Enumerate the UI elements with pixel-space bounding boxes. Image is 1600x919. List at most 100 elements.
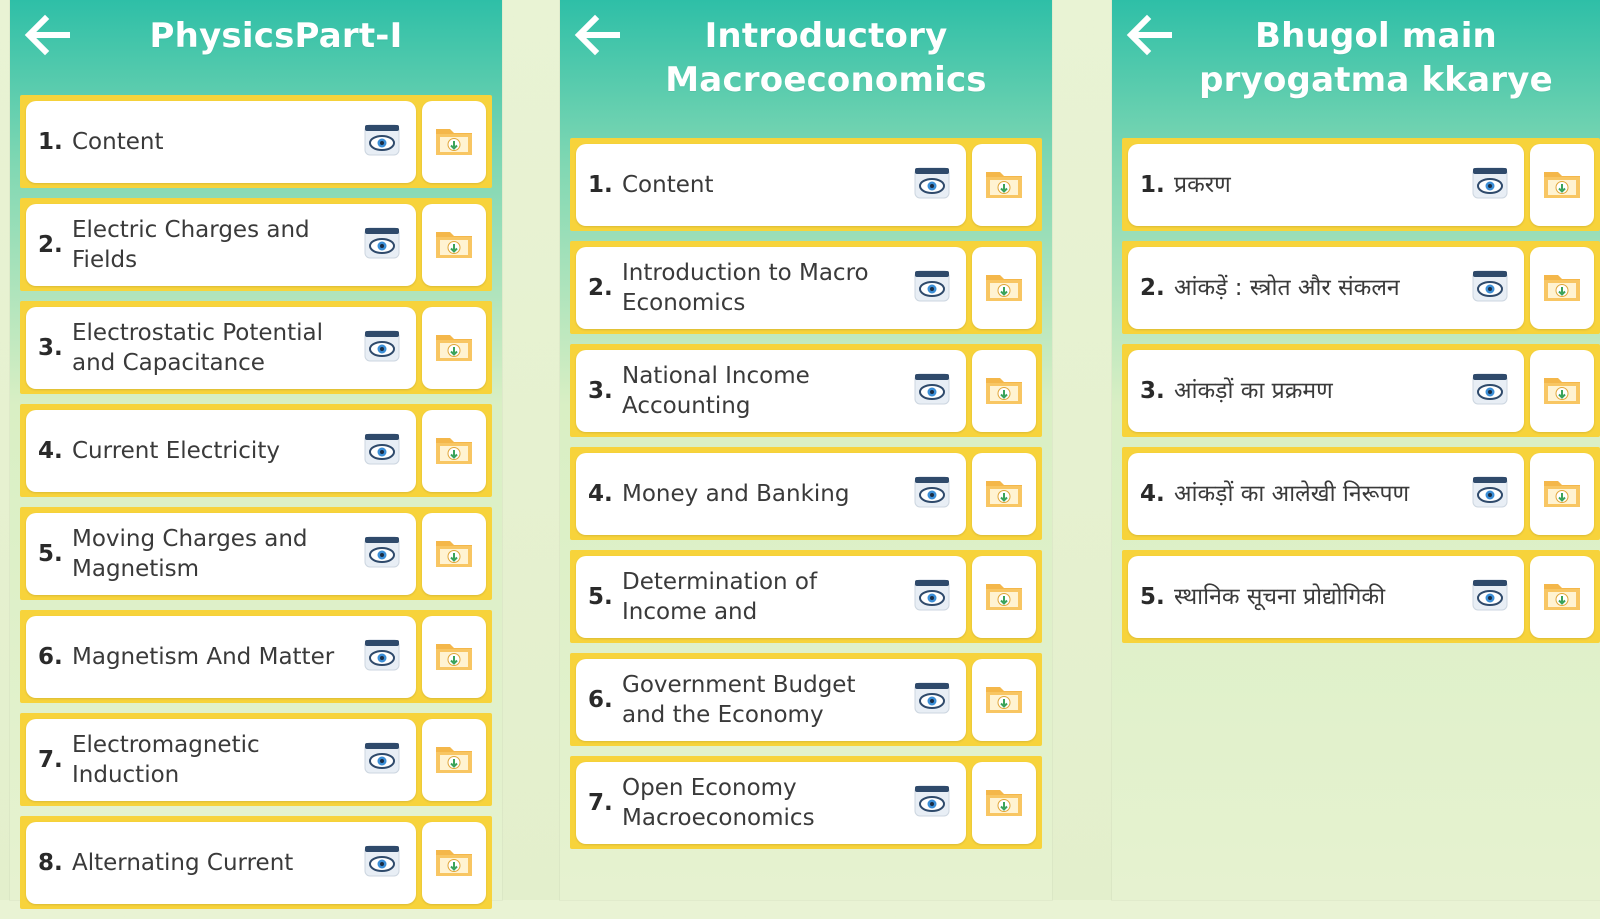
chapter-item[interactable]: 3. National Income Accounting: [576, 349, 966, 432]
download-folder-icon: [1542, 475, 1582, 513]
chapter-row: 7. Open Economy Macroeconomics: [570, 756, 1042, 849]
chapter-number: 4.: [588, 480, 613, 507]
chapter-title: National Income Accounting: [622, 362, 810, 419]
view-button[interactable]: [360, 326, 404, 370]
chapter-row: 4. Current Electricity: [20, 404, 492, 497]
chapter-row: 5. Determination of Income and: [570, 550, 1042, 643]
chapter-item[interactable]: 4. आंकड़ों का आलेखी निरूपण: [1128, 452, 1524, 535]
eye-icon: [362, 328, 402, 368]
chapter-item[interactable]: 1. Content: [576, 143, 966, 226]
download-button[interactable]: [972, 452, 1036, 535]
chapter-number: 3.: [1140, 377, 1165, 404]
download-button[interactable]: [972, 658, 1036, 741]
download-button[interactable]: [972, 246, 1036, 329]
eye-icon: [912, 680, 952, 720]
chapter-list: 1. Content 2. Introduction to Macro Economi…: [570, 138, 1042, 859]
view-button[interactable]: [910, 369, 954, 413]
view-button[interactable]: [910, 266, 954, 310]
download-button[interactable]: [972, 555, 1036, 638]
chapter-number: 7.: [588, 789, 613, 816]
download-folder-icon: [984, 372, 1024, 410]
chapter-title: आंकड़ें : स्त्रोत और संकलन: [1174, 274, 1400, 301]
download-folder-icon: [984, 784, 1024, 822]
chapter-item[interactable]: 4. Money and Banking: [576, 452, 966, 535]
download-button[interactable]: [972, 349, 1036, 432]
download-button[interactable]: [1530, 452, 1594, 535]
download-folder-icon: [434, 123, 474, 161]
chapter-title: Determination of Income and: [622, 568, 818, 625]
download-folder-icon: [434, 329, 474, 367]
eye-icon: [1470, 165, 1510, 205]
back-button[interactable]: [20, 10, 74, 64]
eye-icon: [912, 474, 952, 514]
view-button[interactable]: [360, 738, 404, 782]
view-button[interactable]: [910, 575, 954, 619]
chapter-item[interactable]: 3. Electrostatic Potential and Capacitanc…: [26, 306, 416, 389]
app-bar: Bhugol main pryogatma kkarye: [1112, 0, 1600, 120]
chapter-title: Moving Charges and Magnetism: [72, 525, 308, 582]
chapter-item[interactable]: 5. Determination of Income and: [576, 555, 966, 638]
chapter-title: Introduction to Macro Economics: [622, 259, 869, 316]
chapter-item[interactable]: 1. प्रकरण: [1128, 143, 1524, 226]
download-folder-icon: [1542, 578, 1582, 616]
view-button[interactable]: [910, 472, 954, 516]
chapter-item[interactable]: 6. Magnetism And Matter: [26, 615, 416, 698]
view-button[interactable]: [360, 532, 404, 576]
chapter-item[interactable]: 3. आंकड़ों का प्रक्रमण: [1128, 349, 1524, 432]
chapter-item[interactable]: 7. Electromagnetic Induction: [26, 718, 416, 801]
chapter-item[interactable]: 7. Open Economy Macroeconomics: [576, 761, 966, 844]
chapter-item[interactable]: 2. Electric Charges and Fields: [26, 203, 416, 286]
chapter-item[interactable]: 4. Current Electricity: [26, 409, 416, 492]
download-button[interactable]: [1530, 555, 1594, 638]
back-button[interactable]: [570, 10, 624, 64]
download-folder-icon: [984, 269, 1024, 307]
chapter-title: Current Electricity: [72, 437, 280, 464]
chapter-item[interactable]: 5. Moving Charges and Magnetism: [26, 512, 416, 595]
chapter-title: प्रकरण: [1174, 171, 1231, 198]
download-button[interactable]: [422, 409, 486, 492]
download-button[interactable]: [422, 821, 486, 904]
download-button[interactable]: [972, 143, 1036, 226]
chapter-row: 8. Alternating Current: [20, 816, 492, 909]
download-button[interactable]: [1530, 246, 1594, 329]
download-button[interactable]: [972, 761, 1036, 844]
download-button[interactable]: [422, 615, 486, 698]
download-button[interactable]: [422, 100, 486, 183]
eye-icon: [1470, 371, 1510, 411]
chapter-number: 4.: [38, 437, 63, 464]
view-button[interactable]: [1468, 266, 1512, 310]
view-button[interactable]: [1468, 163, 1512, 207]
view-button[interactable]: [360, 841, 404, 885]
chapter-item[interactable]: 8. Alternating Current: [26, 821, 416, 904]
download-button[interactable]: [422, 306, 486, 389]
chapter-item[interactable]: 5. स्थानिक सूचना प्रोद्योगिकी: [1128, 555, 1524, 638]
view-button[interactable]: [1468, 575, 1512, 619]
chapter-item[interactable]: 6. Government Budget and the Economy: [576, 658, 966, 741]
back-button[interactable]: [1122, 10, 1176, 64]
chapter-number: 5.: [588, 583, 613, 610]
view-button[interactable]: [1468, 472, 1512, 516]
download-button[interactable]: [422, 203, 486, 286]
download-button[interactable]: [1530, 143, 1594, 226]
view-button[interactable]: [360, 635, 404, 679]
view-button[interactable]: [360, 429, 404, 473]
chapter-title: Open Economy Macroeconomics: [622, 774, 815, 831]
download-button[interactable]: [422, 718, 486, 801]
chapter-number: 3.: [588, 377, 613, 404]
page-title: PhysicsPart-I: [149, 16, 403, 56]
view-button[interactable]: [360, 120, 404, 164]
download-button[interactable]: [422, 512, 486, 595]
chapter-title: आंकड़ों का प्रक्रमण: [1174, 377, 1333, 404]
download-button[interactable]: [1530, 349, 1594, 432]
view-button[interactable]: [910, 781, 954, 825]
chapter-item[interactable]: 2. आंकड़ें : स्त्रोत और संकलन: [1128, 246, 1524, 329]
view-button[interactable]: [910, 163, 954, 207]
download-folder-icon: [434, 638, 474, 676]
chapter-row: 1. Content: [20, 95, 492, 188]
view-button[interactable]: [1468, 369, 1512, 413]
chapter-item[interactable]: 1. Content: [26, 100, 416, 183]
back-arrow-icon: [23, 14, 71, 60]
chapter-item[interactable]: 2. Introduction to Macro Economics: [576, 246, 966, 329]
view-button[interactable]: [910, 678, 954, 722]
view-button[interactable]: [360, 223, 404, 267]
